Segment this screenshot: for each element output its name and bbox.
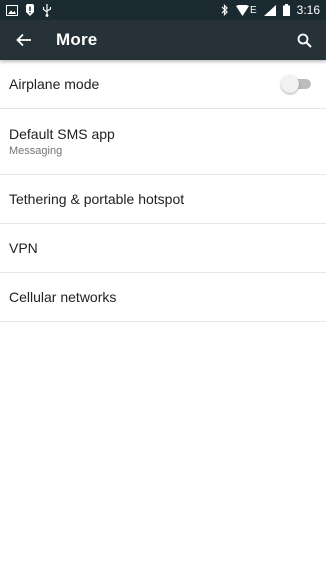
setting-label: Tethering & portable hotspot bbox=[9, 191, 185, 207]
network-type-label: E bbox=[249, 4, 257, 16]
setting-label: VPN bbox=[9, 240, 38, 256]
setting-default-sms-app[interactable]: Default SMS app Messaging bbox=[0, 109, 326, 175]
bluetooth-icon bbox=[221, 4, 229, 16]
setting-cellular-networks[interactable]: Cellular networks bbox=[0, 273, 326, 322]
battery-icon bbox=[282, 4, 290, 16]
setting-vpn[interactable]: VPN bbox=[0, 224, 326, 273]
alert-icon bbox=[25, 4, 35, 16]
settings-list: Airplane mode Default SMS app Messaging … bbox=[0, 60, 326, 322]
arrow-back-icon[interactable] bbox=[12, 28, 36, 52]
setting-airplane-mode[interactable]: Airplane mode bbox=[0, 60, 326, 109]
setting-tethering-hotspot[interactable]: Tethering & portable hotspot bbox=[0, 175, 326, 224]
status-bar-left bbox=[6, 3, 52, 17]
page-title: More bbox=[56, 30, 98, 49]
app-toolbar: More bbox=[0, 20, 326, 60]
setting-label: Cellular networks bbox=[9, 289, 117, 305]
status-bar-right: E 3:16 bbox=[221, 3, 320, 17]
wifi-icon: E bbox=[235, 4, 257, 16]
setting-label: Default SMS app bbox=[9, 126, 115, 142]
status-bar: E 3:16 bbox=[0, 0, 326, 20]
status-time: 3:16 bbox=[296, 3, 320, 17]
search-icon[interactable] bbox=[292, 28, 316, 52]
setting-label: Airplane mode bbox=[9, 76, 100, 92]
setting-summary: Messaging bbox=[9, 145, 63, 157]
signal-icon bbox=[263, 4, 276, 16]
usb-icon bbox=[42, 3, 52, 17]
airplane-mode-toggle[interactable] bbox=[281, 75, 311, 93]
toggle-thumb bbox=[281, 75, 299, 93]
image-icon bbox=[6, 4, 18, 16]
